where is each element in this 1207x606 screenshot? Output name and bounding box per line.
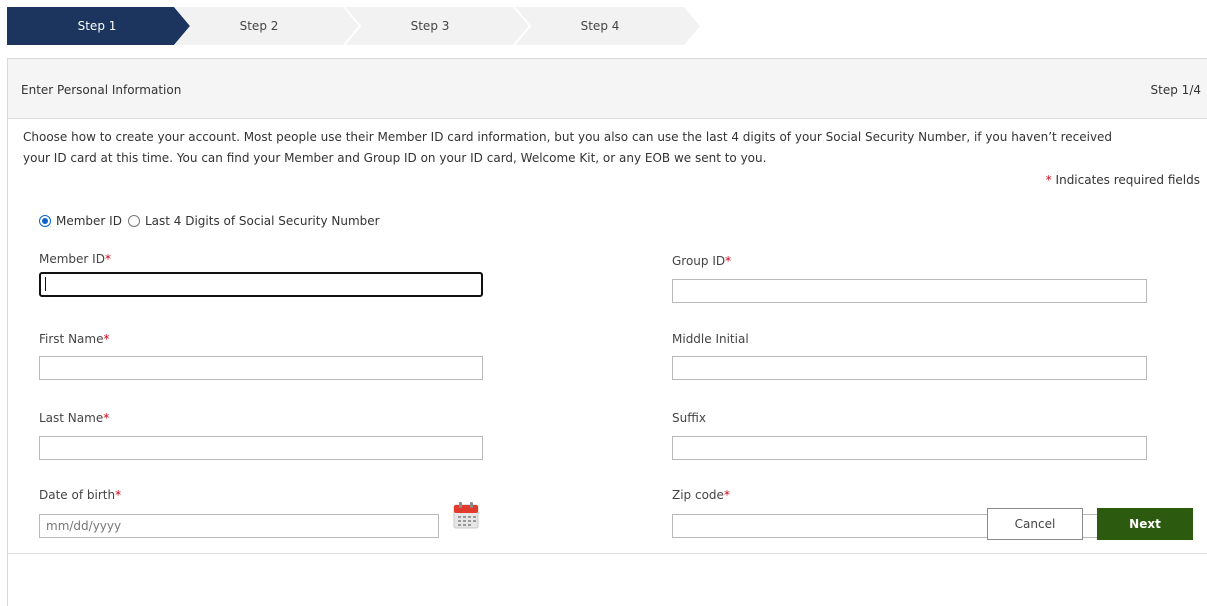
group-id-label-text: Group ID: [672, 254, 726, 268]
suffix-input[interactable]: [672, 436, 1147, 460]
intro-line-1: Choose how to create your account. Most …: [23, 130, 1113, 144]
member-id-label: Member ID*: [39, 252, 111, 266]
zip-code-label-text: Zip code: [672, 488, 724, 502]
first-name-label-text: First Name: [39, 332, 104, 346]
text-caret: [45, 277, 46, 291]
first-name-input[interactable]: [39, 356, 483, 380]
cancel-button[interactable]: Cancel: [987, 508, 1083, 540]
member-id-label-text: Member ID: [39, 252, 105, 266]
calendar-icon-graphic: [453, 502, 479, 529]
progress-stepper: Step 1 Step 2 Step 3 Step 4: [7, 7, 702, 45]
required-star: *: [725, 254, 732, 268]
last-name-label: Last Name*: [39, 411, 109, 425]
last-name-input[interactable]: [39, 436, 483, 460]
step-indicator: Step 1/4: [1150, 83, 1201, 97]
panel-title: Enter Personal Information: [21, 83, 182, 97]
middle-initial-label: Middle Initial: [672, 332, 749, 346]
ssn-radio-label[interactable]: Last 4 Digits of Social Security Number: [145, 214, 380, 228]
intro-text: Choose how to create your account. Most …: [23, 127, 1203, 169]
step-2-label: Step 2: [239, 19, 279, 33]
calendar-icon[interactable]: [453, 501, 479, 529]
last-name-label-text: Last Name: [39, 411, 104, 425]
suffix-label: Suffix: [672, 411, 706, 425]
id-type-choice: Member ID Last 4 Digits of Social Securi…: [39, 214, 380, 228]
member-id-radio-label[interactable]: Member ID: [56, 214, 122, 228]
dob-input[interactable]: mm/dd/yyyy: [39, 514, 439, 538]
member-id-input[interactable]: [39, 272, 483, 297]
step-4-label: Step 4: [580, 19, 620, 33]
required-star: *: [103, 332, 110, 346]
required-note-text: Indicates required fields: [1051, 173, 1200, 187]
next-button[interactable]: Next: [1097, 508, 1193, 540]
intro-line-2: your ID card at this time. You can find …: [23, 151, 767, 165]
first-name-label: First Name*: [39, 332, 109, 346]
dob-label: Date of birth*: [39, 488, 121, 502]
ssn-radio[interactable]: [127, 215, 140, 227]
dob-label-text: Date of birth: [39, 488, 116, 502]
group-id-label: Group ID*: [672, 254, 731, 268]
member-id-radio[interactable]: [39, 215, 51, 227]
required-star: *: [104, 252, 111, 266]
panel-header: Enter Personal Information Step 1/4: [8, 59, 1207, 119]
zip-code-label: Zip code*: [672, 488, 730, 502]
step-1-label: Step 1: [77, 19, 117, 33]
footer-divider: [8, 553, 1207, 554]
required-fields-note: * Indicates required fields: [1046, 173, 1200, 187]
middle-initial-input[interactable]: [672, 356, 1147, 380]
step-3-label: Step 3: [410, 19, 450, 33]
group-id-input[interactable]: [672, 279, 1147, 303]
required-star: *: [103, 411, 110, 425]
required-star: *: [723, 488, 730, 502]
required-star: *: [115, 488, 122, 502]
